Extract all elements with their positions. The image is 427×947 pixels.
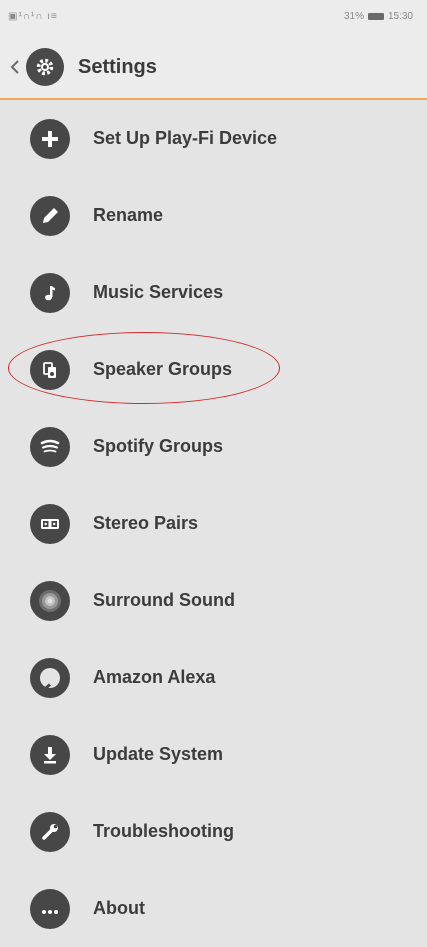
menu-item-label: About <box>93 898 145 918</box>
menu-item-update-system[interactable]: Update System <box>0 716 427 793</box>
menu-item-label: Music Services <box>93 282 224 302</box>
battery-icon <box>367 13 384 20</box>
app-header: Settings <box>0 36 427 100</box>
menu-item-label: Surround Sound <box>93 590 235 610</box>
status-bar: ▣¹∩¹∩ ı≡ 31% 15:30 <box>0 0 427 36</box>
back-button[interactable] <box>6 52 24 82</box>
menu-item-label: Troubleshooting <box>93 821 234 841</box>
menu-item-amazon-alexa[interactable]: Amazon Alexa <box>0 639 427 716</box>
menu-item-label: Spotify Groups <box>93 436 223 456</box>
wrench-icon <box>30 811 70 852</box>
surround-sound-icon <box>30 580 70 621</box>
battery-percent: 31% <box>343 11 364 22</box>
menu-item-label: Update System <box>93 744 224 764</box>
gear-icon <box>26 48 64 86</box>
spotify-icon <box>30 426 70 467</box>
page-title: Settings <box>78 55 157 78</box>
menu-item-about[interactable]: About <box>0 870 427 947</box>
menu-item-speaker-groups[interactable]: Speaker Groups <box>0 331 427 408</box>
menu-item-spotify-groups[interactable]: Spotify Groups <box>0 408 427 485</box>
more-icon <box>30 888 70 929</box>
music-note-icon <box>30 272 70 313</box>
signal-indicators: ▣¹∩¹∩ ı≡ <box>8 11 58 22</box>
pencil-icon <box>30 195 70 236</box>
menu-item-label: Stereo Pairs <box>93 513 199 533</box>
chevron-left-icon <box>10 60 19 74</box>
clock: 15:30 <box>387 11 413 22</box>
menu-item-troubleshooting[interactable]: Troubleshooting <box>0 793 427 870</box>
plus-icon <box>30 118 70 159</box>
alexa-icon <box>30 657 70 698</box>
menu-item-rename[interactable]: Rename <box>0 177 427 254</box>
menu-item-setup-device[interactable]: Set Up Play-Fi Device <box>0 100 427 177</box>
settings-menu: Set Up Play-Fi Device Rename Music Servi… <box>0 100 427 947</box>
stereo-pair-icon <box>30 503 70 544</box>
download-icon <box>30 734 70 775</box>
menu-item-label: Set Up Play-Fi Device <box>93 128 278 148</box>
menu-item-label: Rename <box>93 205 164 225</box>
menu-item-surround-sound[interactable]: Surround Sound <box>0 562 427 639</box>
menu-item-label: Speaker Groups <box>93 359 233 379</box>
speaker-group-icon <box>30 349 70 390</box>
menu-item-stereo-pairs[interactable]: Stereo Pairs <box>0 485 427 562</box>
menu-item-label: Amazon Alexa <box>93 667 216 687</box>
menu-item-music-services[interactable]: Music Services <box>0 254 427 331</box>
status-right: 31% 15:30 <box>344 11 413 22</box>
